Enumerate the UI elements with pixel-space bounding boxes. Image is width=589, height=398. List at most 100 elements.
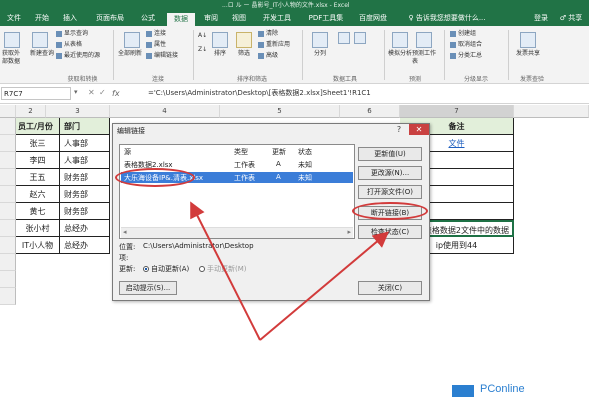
department-cell[interactable]: 财务部	[60, 203, 110, 220]
tab-insert[interactable]: 插入	[58, 11, 82, 26]
links-list[interactable]: 源 类型 更新 状态 表格数据2.xlsx 工作表 A 未知 大乐海设备IP&.…	[119, 144, 355, 239]
from-table-button[interactable]: 从表格	[56, 41, 82, 49]
row-header[interactable]	[0, 237, 16, 254]
table-header-cell[interactable]: 员工/月份	[16, 118, 60, 135]
employee-cell[interactable]: 赵六	[16, 186, 60, 203]
employee-cell[interactable]: 张小村	[16, 220, 60, 237]
column-header[interactable]: 6	[340, 105, 400, 118]
properties-button[interactable]: 属性	[146, 41, 166, 49]
tab-pdf-tools[interactable]: PDF工具集	[303, 11, 349, 26]
formula-input[interactable]: ='C:\Users\Administrator\Desktop\[表格数据2.…	[148, 87, 371, 100]
list-header-status[interactable]: 状态	[298, 147, 312, 157]
tab-formulas[interactable]: 公式	[136, 11, 160, 26]
row-header[interactable]	[0, 220, 16, 237]
list-header-source[interactable]: 源	[124, 147, 131, 157]
get-external-data-button[interactable]: 获取外部数据	[2, 50, 24, 66]
share-button[interactable]: ♂ 共享	[555, 11, 587, 26]
column-header[interactable]: 4	[110, 105, 220, 118]
update-values-button[interactable]: 更新值(U)	[358, 147, 422, 161]
row-header[interactable]	[0, 135, 16, 152]
employee-cell[interactable]: 黄七	[16, 203, 60, 220]
tab-page-layout[interactable]: 页面布局	[88, 11, 132, 26]
text-to-columns-icon[interactable]	[312, 32, 328, 48]
close-button[interactable]: 关闭(C)	[358, 281, 422, 295]
tell-me-search[interactable]: ♀ 告诉我您想要做什么...	[397, 11, 497, 26]
row-header[interactable]	[0, 254, 16, 271]
row-header[interactable]	[0, 186, 16, 203]
tab-data[interactable]: 数据	[167, 13, 195, 26]
tab-view[interactable]: 视图	[227, 11, 251, 26]
group-button[interactable]: 创建组	[450, 30, 476, 38]
cancel-icon[interactable]: ✕	[88, 88, 95, 97]
column-header-selected[interactable]: 7	[400, 105, 514, 118]
sign-in-link[interactable]: 登录	[530, 11, 552, 26]
column-header[interactable]: 5	[220, 105, 340, 118]
sort-az-icon[interactable]: A↓	[198, 32, 207, 40]
manual-update-radio[interactable]: 手动更新(M)	[199, 264, 247, 274]
tab-review[interactable]: 审阅	[199, 11, 223, 26]
forecast-sheet-button[interactable]: 预测工作表	[412, 50, 436, 66]
remove-duplicates-icon[interactable]	[354, 32, 366, 44]
get-external-data-icon[interactable]	[4, 32, 20, 48]
filter-funnel-icon[interactable]	[236, 32, 252, 48]
select-all-corner[interactable]	[0, 105, 16, 118]
connections-button[interactable]: 连接	[146, 30, 166, 38]
auto-update-radio[interactable]: 自动更新(A)	[143, 264, 189, 274]
sort-za-icon[interactable]: Z↓	[198, 46, 207, 54]
tab-home[interactable]: 开始	[30, 11, 54, 26]
scroll-left-icon[interactable]: ◂	[123, 228, 127, 236]
list-header-update[interactable]: 更新	[272, 147, 286, 157]
text-to-columns-button[interactable]: 分列	[314, 50, 326, 58]
row-header[interactable]	[0, 169, 16, 186]
reapply-button[interactable]: 重新应用	[258, 41, 290, 49]
row-header[interactable]	[0, 203, 16, 220]
row-header[interactable]	[0, 118, 16, 135]
refresh-all-icon[interactable]	[124, 32, 140, 48]
share-sheet-icon[interactable]	[520, 32, 536, 48]
new-query-button[interactable]: 新建查询	[30, 50, 54, 58]
clear-filter-button[interactable]: 清除	[258, 30, 278, 38]
row-header[interactable]	[0, 152, 16, 169]
check-status-button[interactable]: 检查状态(C)	[358, 225, 422, 239]
employee-cell[interactable]: 王五	[16, 169, 60, 186]
startup-prompt-button[interactable]: 启动提示(S)...	[119, 281, 177, 295]
horizontal-scrollbar[interactable]: ◂ ▸	[121, 227, 353, 238]
open-source-button[interactable]: 打开源文件(O)	[358, 185, 422, 199]
new-query-icon[interactable]	[32, 32, 48, 48]
department-cell[interactable]: 财务部	[60, 169, 110, 186]
table-header-cell[interactable]: 部门	[60, 118, 110, 135]
namebox-dropdown-icon[interactable]: ▾	[74, 88, 78, 96]
department-cell[interactable]: 财务部	[60, 186, 110, 203]
sort-icon[interactable]	[212, 32, 228, 48]
column-header[interactable]: 2	[16, 105, 46, 118]
close-icon[interactable]: ✕	[409, 124, 429, 135]
employee-cell[interactable]: 李四	[16, 152, 60, 169]
refresh-all-button[interactable]: 全部刷新	[118, 50, 142, 58]
ungroup-button[interactable]: 取消组合	[450, 41, 482, 49]
row-header[interactable]	[0, 271, 16, 288]
name-box[interactable]: R7C7	[1, 87, 71, 100]
share-sheet-button[interactable]: 发票共享	[516, 50, 540, 58]
department-cell[interactable]: 人事部	[60, 135, 110, 152]
what-if-analysis-icon[interactable]	[392, 32, 408, 48]
forecast-sheet-icon[interactable]	[416, 32, 432, 48]
change-source-button[interactable]: 更改源(N)...	[358, 166, 422, 180]
employee-cell[interactable]: IT小人物	[16, 237, 60, 254]
tab-baidu-netdisk[interactable]: 百度网盘	[353, 11, 393, 26]
help-icon[interactable]: ?	[389, 124, 409, 135]
recent-sources-button[interactable]: 最近使用的源	[56, 52, 100, 60]
flash-fill-icon[interactable]	[338, 32, 350, 44]
list-header-type[interactable]: 类型	[234, 147, 248, 157]
column-header[interactable]: 3	[46, 105, 110, 118]
tab-file[interactable]: 文件	[2, 11, 26, 26]
row-header[interactable]	[0, 288, 16, 305]
show-query-button[interactable]: 显示查询	[56, 30, 88, 38]
subtotal-button[interactable]: 分类汇总	[450, 52, 482, 60]
tab-developer[interactable]: 开发工具	[255, 11, 299, 26]
sort-button[interactable]: 排序	[214, 50, 226, 58]
department-cell[interactable]: 人事部	[60, 152, 110, 169]
enter-icon[interactable]: ✓	[99, 88, 106, 97]
filter-button[interactable]: 筛选	[238, 50, 250, 58]
column-header[interactable]	[514, 105, 589, 118]
advanced-filter-button[interactable]: 高级	[258, 52, 278, 60]
